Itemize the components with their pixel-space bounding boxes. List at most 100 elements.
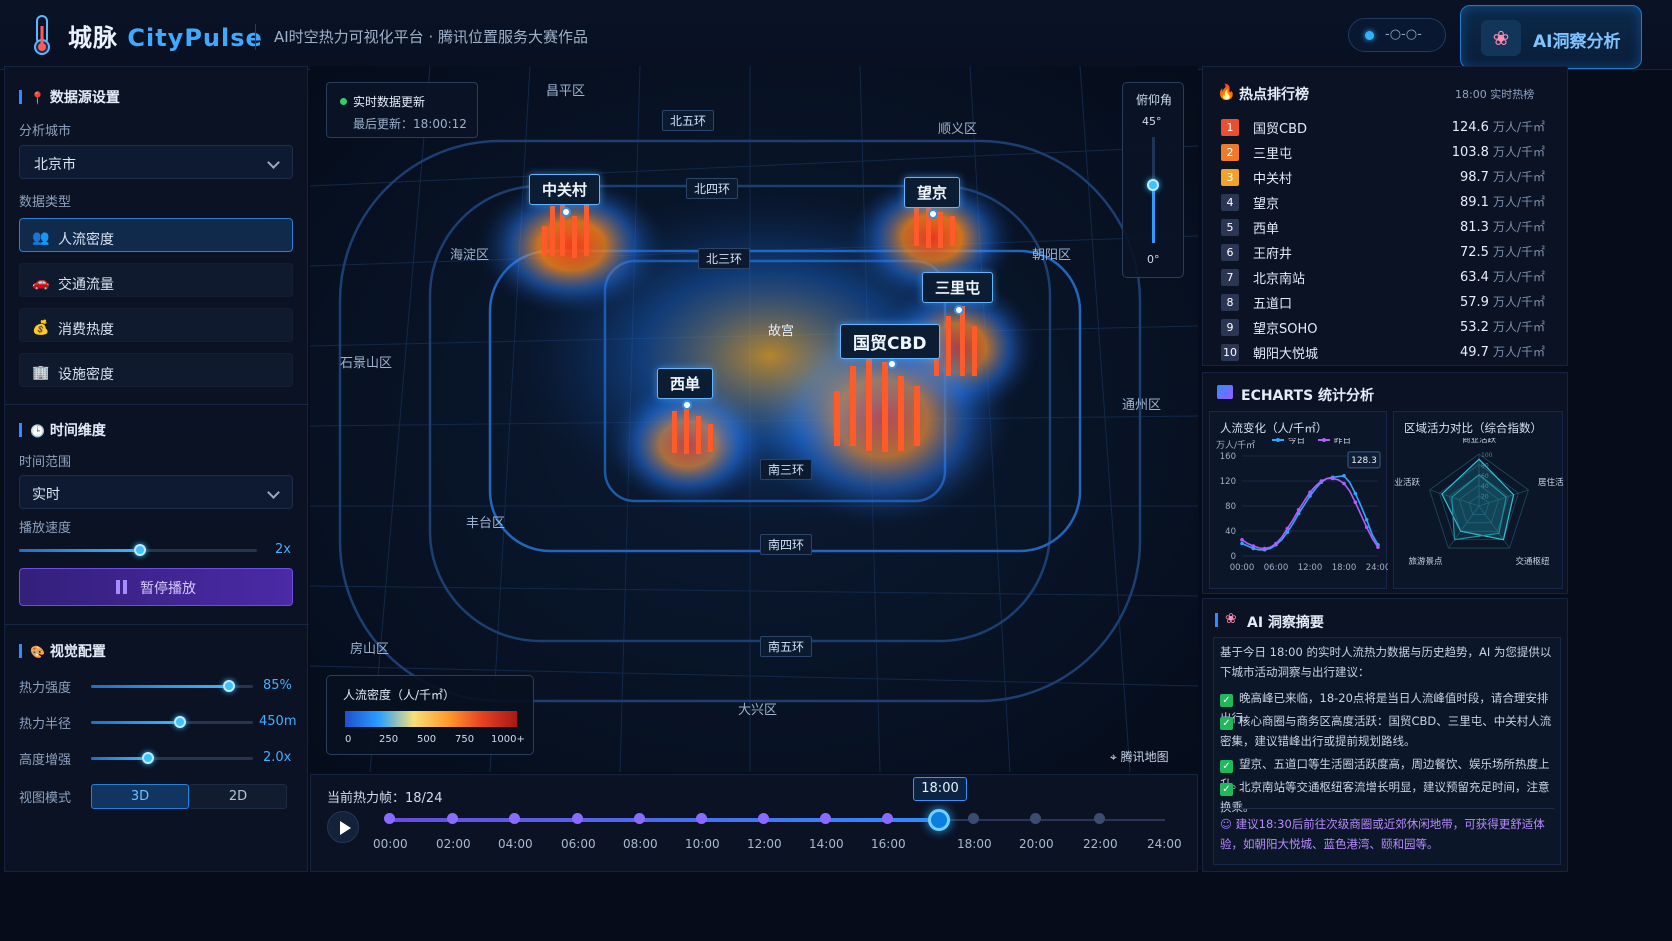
timeline-dot[interactable] xyxy=(572,813,583,824)
timeline-dot[interactable] xyxy=(758,813,769,824)
intensity-slider-knob[interactable] xyxy=(222,680,235,692)
timeline-dot[interactable] xyxy=(968,813,979,824)
timeline-dot[interactable] xyxy=(820,813,831,824)
ranking-row[interactable]: 10 朝阳大悦城 49.7 万人/千㎡ xyxy=(1221,340,1547,364)
height-slider-fill xyxy=(91,757,148,760)
map-pin-icon[interactable] xyxy=(928,209,938,219)
x-tick-label: 00:00 xyxy=(1230,563,1255,573)
hotspot-name-2: 三里屯 xyxy=(935,279,981,297)
timeline-dot[interactable] xyxy=(1094,813,1105,824)
district-label-tongzhou: 通州区 xyxy=(1122,398,1162,413)
timeline-dot[interactable] xyxy=(384,813,395,824)
datatype-facility[interactable]: 🏢 设施密度 xyxy=(19,353,293,387)
district-label-shunyi: 顺义区 xyxy=(938,122,978,137)
hotspot-label-guomao-cbd[interactable]: 国贸CBD xyxy=(840,324,940,359)
city-label: 分析城市 xyxy=(19,124,72,139)
hotspot-name-0: 中关村 xyxy=(542,181,588,199)
hotspot-label-xidan[interactable]: 西单 xyxy=(657,368,714,399)
pause-button[interactable]: 暂停播放 xyxy=(19,568,293,606)
timeline-progress xyxy=(389,818,940,822)
section-divider xyxy=(5,624,309,625)
rank-value-number: 63.4 xyxy=(1460,270,1489,285)
map-pin-icon[interactable] xyxy=(954,305,964,315)
rank-value-number: 103.8 xyxy=(1451,145,1489,160)
radius-slider-knob[interactable] xyxy=(174,716,187,728)
ranking-row[interactable]: 6 王府井 72.5 万人/千㎡ xyxy=(1221,240,1547,264)
current-frame-label: 当前热力帧：18/24 xyxy=(327,791,443,806)
timeline-dot[interactable] xyxy=(696,813,707,824)
ranking-row[interactable]: 9 望京SOHO 53.2 万人/千㎡ xyxy=(1221,315,1547,339)
timeline-dot[interactable] xyxy=(634,813,645,824)
rank-name: 国贸CBD xyxy=(1253,122,1308,137)
ranking-row[interactable]: 1 国贸CBD 124.6 万人/千㎡ xyxy=(1221,115,1547,139)
left-control-panel: 📍 数据源设置 分析城市 北京市 数据类型 👥 人流密度 🚗 交通流量 💰 消费… xyxy=(4,66,309,872)
timeline-dot[interactable] xyxy=(882,813,893,824)
legend-label: 昨日 xyxy=(1334,438,1351,446)
rank-name: 中关村 xyxy=(1253,172,1293,187)
timeline-dot[interactable] xyxy=(447,813,458,824)
ranking-row[interactable]: 2 三里屯 103.8 万人/千㎡ xyxy=(1221,140,1547,164)
rank-name: 三里屯 xyxy=(1253,147,1293,162)
tilt-slider-track[interactable] xyxy=(1147,137,1159,243)
play-button[interactable] xyxy=(327,811,359,843)
tilt-control[interactable]: 俯仰角 45° 0° xyxy=(1122,82,1184,278)
hotspot-label-wangjing[interactable]: 望京 xyxy=(904,177,961,208)
tilt-slider-knob[interactable] xyxy=(1147,178,1159,191)
city-select[interactable]: 北京市 xyxy=(19,145,293,179)
tilt-slider-fill xyxy=(1152,184,1155,243)
heat-map-canvas[interactable]: 实时数据更新 最后更新：18:00:12 俯仰角 45° 0° 昌平区 顺义区 … xyxy=(310,66,1198,772)
rank-value-number: 81.3 xyxy=(1460,220,1489,235)
timeline-dot[interactable] xyxy=(509,813,520,824)
rank-value: 103.8 万人/千㎡ xyxy=(1452,143,1545,160)
timeline-tick-label: 18:00 xyxy=(957,837,992,851)
district-label-changping: 昌平区 xyxy=(546,84,586,99)
rank-badge: 2 xyxy=(1221,144,1239,161)
map-pin-icon[interactable] xyxy=(561,207,571,217)
hotspot-label-zhongguancun[interactable]: 中关村 xyxy=(529,174,601,205)
view-mode-3d-button[interactable]: 3D xyxy=(91,784,189,809)
y-tick-label: 80 xyxy=(1225,502,1236,512)
pause-label: 暂停播放 xyxy=(140,581,196,597)
rank-value: 63.4 万人/千㎡ xyxy=(1460,268,1545,285)
timeline-handle[interactable] xyxy=(928,809,950,831)
datatype-consumption[interactable]: 💰 消费热度 xyxy=(19,308,293,342)
fire-icon: 🔥 xyxy=(1217,83,1236,101)
datatype-people-flow[interactable]: 👥 人流密度 xyxy=(19,218,293,252)
speed-slider[interactable] xyxy=(19,544,257,556)
insight-title: AI 洞察摘要 xyxy=(1247,615,1324,631)
legend-swatch-dot xyxy=(1276,438,1280,442)
ai-insight-button[interactable]: ❀ AI洞察分析 xyxy=(1460,5,1642,69)
rank-name: 朝阳大悦城 xyxy=(1253,347,1319,362)
timeline-dot[interactable] xyxy=(1030,813,1041,824)
ranking-row[interactable]: 3 中关村 98.7 万人/千㎡ xyxy=(1221,165,1547,189)
view-mode-2d-button[interactable]: 2D xyxy=(189,784,287,809)
height-label: 高度增强 xyxy=(19,753,72,768)
rank-name: 北京南站 xyxy=(1253,272,1306,287)
x-tick-label: 12:00 xyxy=(1298,563,1323,573)
insight-suggestion-text: 建议18:30后前往次级商圈或近郊休闲地带，可获得更舒适体验，如朝阳大悦城、蓝色… xyxy=(1220,817,1545,851)
rank-value-unit: 万人/千㎡ xyxy=(1492,170,1545,184)
insight-body: 基于今日 18:00 的实时人流热力数据与历史趋势，AI 为您提供以下城市活动洞… xyxy=(1213,637,1561,865)
ranking-row[interactable]: 4 望京 89.1 万人/千㎡ xyxy=(1221,190,1547,214)
connection-status[interactable]: -○-○- xyxy=(1348,18,1446,52)
time-range-select[interactable]: 实时 xyxy=(19,475,293,509)
stats-panel: ECHARTS 统计分析 人流变化（人/千㎡） 万人/千㎡ 0 40 80 120 160… xyxy=(1202,372,1568,594)
height-slider-knob[interactable] xyxy=(141,752,154,764)
datatype-traffic[interactable]: 🚗 交通流量 xyxy=(19,263,293,297)
intensity-slider[interactable] xyxy=(91,680,253,692)
ranking-row[interactable]: 7 北京南站 63.4 万人/千㎡ xyxy=(1221,265,1547,289)
timeline-tick-label: 00:00 xyxy=(373,837,408,851)
map-pin-icon[interactable] xyxy=(887,359,897,369)
ranking-row[interactable]: 8 五道口 57.9 万人/千㎡ xyxy=(1221,290,1547,314)
hotspot-name-1: 望京 xyxy=(917,184,948,202)
radius-slider[interactable] xyxy=(91,716,253,728)
speed-slider-knob[interactable] xyxy=(134,544,147,556)
district-label-chaoyang: 朝阳区 xyxy=(1032,248,1072,263)
ranking-row[interactable]: 5 西单 81.3 万人/千㎡ xyxy=(1221,215,1547,239)
height-slider[interactable] xyxy=(91,752,253,764)
hotspot-label-sanlitun[interactable]: 三里屯 xyxy=(922,272,994,303)
map-pin-icon[interactable] xyxy=(682,400,692,410)
brain-icon: ❀ xyxy=(1225,611,1237,627)
insight-suggestion: ☺ 建议18:30后前往次级商圈或近郊休闲地带，可获得更舒适体验，如朝阳大悦城、… xyxy=(1220,814,1554,854)
people-icon: 👥 xyxy=(32,230,50,246)
